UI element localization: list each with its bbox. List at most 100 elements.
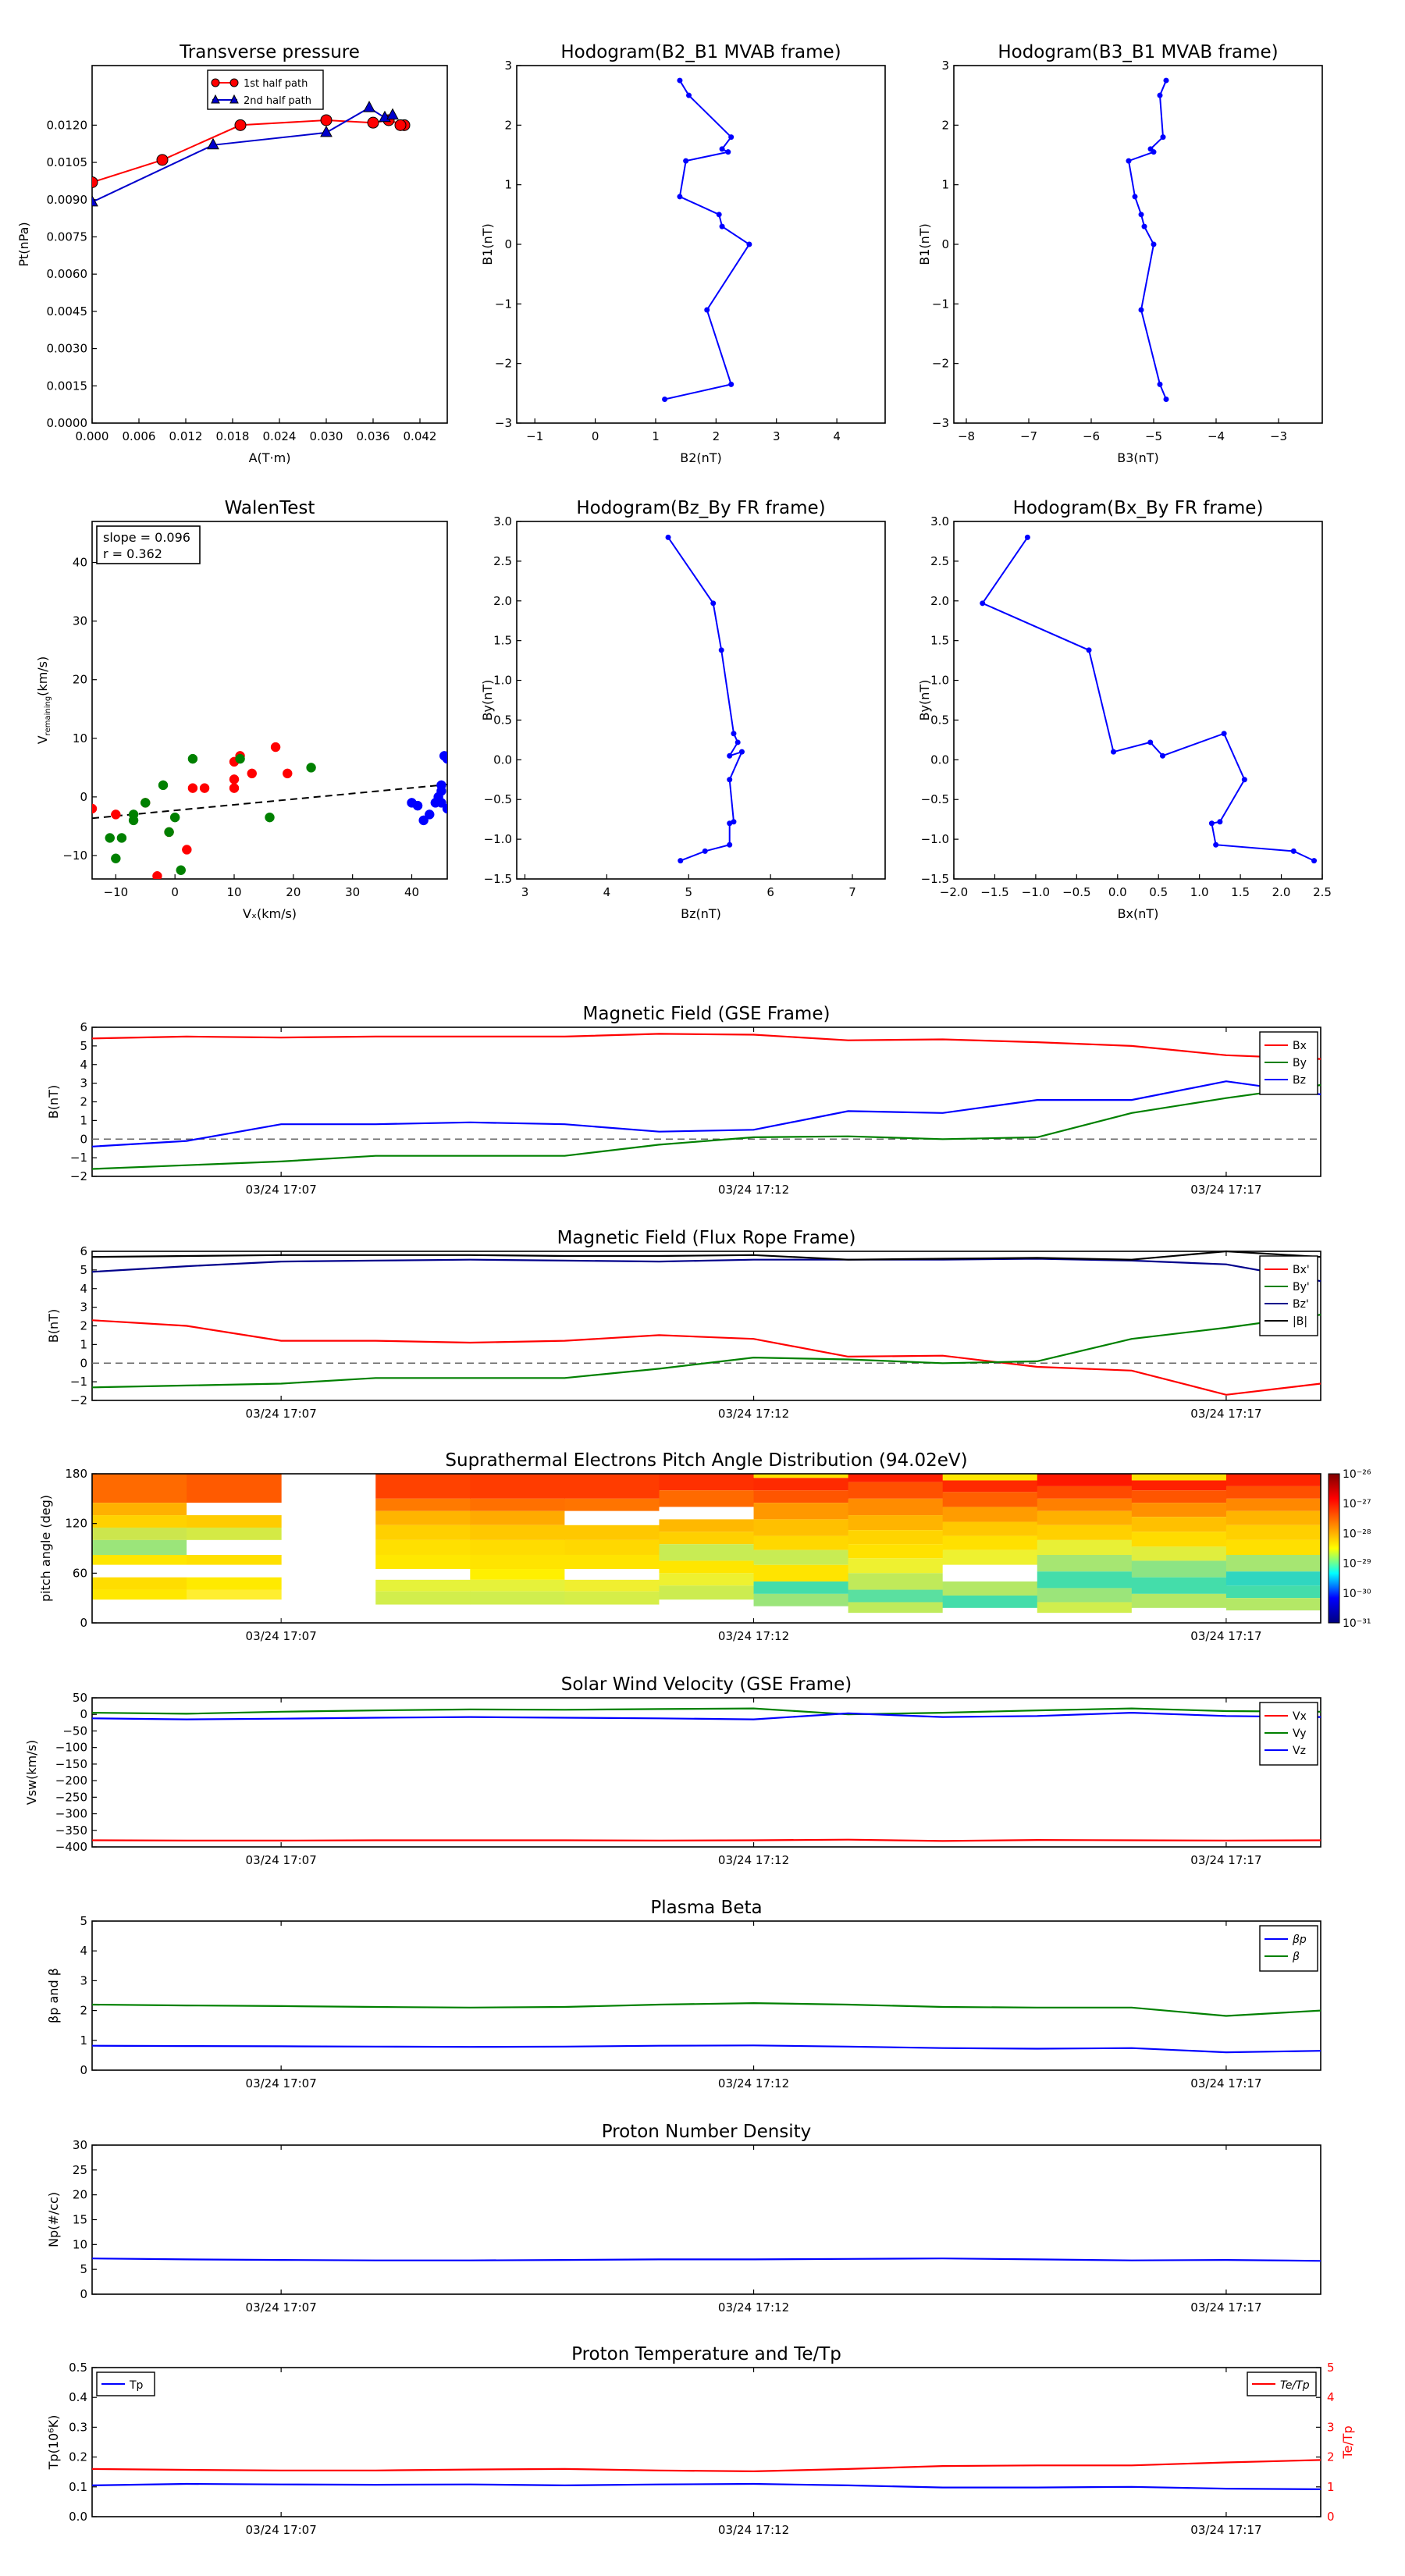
heatmap-cell [375, 1554, 471, 1570]
heatmap-cell [848, 1544, 944, 1559]
pad-xtick-label: 03/24 17:17 [1190, 1629, 1261, 1643]
beta-ytick-label: 4 [80, 1944, 87, 1958]
h3-title: Hodogram(Bz_By FR frame) [576, 498, 825, 518]
data-point [662, 396, 668, 402]
colorbar-label: 10⁻³¹ [1343, 1617, 1371, 1630]
heatmap-cell [753, 1593, 849, 1606]
vsw-ytick-label: 0 [80, 1707, 87, 1721]
h2-axes-frame [953, 65, 1323, 424]
wt-ytick-label: −10 [62, 849, 87, 863]
legend-label: Bz [1293, 1074, 1306, 1087]
data-point [1221, 731, 1227, 737]
vsw-ytick-label: −200 [55, 1774, 87, 1788]
heatmap-cell [375, 1591, 471, 1605]
figure-canvas: Transverse pressure0.000 0.006 0.012 0.018 0… [16, 42, 1371, 2537]
h4-ytick-label: 3.0 [930, 514, 949, 528]
heatmap-cell [375, 1474, 471, 1499]
heatmap-cell [92, 1554, 187, 1565]
data-point [1213, 841, 1219, 848]
vsw-ytick-label: −400 [55, 1840, 87, 1854]
tp-ylabel-right: Te/Tp [1340, 2425, 1355, 2459]
heatmap-cell [1131, 1532, 1227, 1547]
mffr-ylabel: B(nT) [46, 1309, 61, 1343]
mfgse-ytick-label: 3 [80, 1076, 87, 1091]
h1-ytick-label: −1 [495, 297, 512, 311]
heatmap-cell [92, 1474, 187, 1503]
wt-panel: WalenTest −10 0 10 20 30 40 −10 0 10 20 30 40 Vₓ(km/s… [35, 498, 448, 921]
beta-xtick-label: 03/24 17:17 [1190, 2076, 1261, 2090]
heatmap-cell [1131, 1474, 1227, 1481]
h2-xtick-label: −4 [1208, 429, 1225, 443]
data-point [704, 307, 710, 313]
data-point [1126, 158, 1132, 164]
h2-ytick-label: −3 [932, 416, 949, 430]
heatmap-cell [1131, 1607, 1227, 1623]
np-ytick-label: 25 [73, 2163, 87, 2177]
heatmap-cell [659, 1507, 755, 1520]
heatmap-cell [848, 1573, 944, 1590]
series-line [91, 2258, 1321, 2262]
h3-xlabel: Bz(nT) [681, 906, 721, 921]
heatmap-cell [1225, 1598, 1321, 1611]
h4-ytick-label: −1.0 [921, 832, 949, 846]
data-point [738, 749, 745, 755]
mfgse-title: Magnetic Field (GSE Frame) [583, 1004, 831, 1024]
heatmap-cell [564, 1554, 660, 1570]
beta-ytick-label: 1 [80, 2033, 87, 2048]
data-point [176, 865, 186, 875]
heatmap-cell [1131, 1577, 1227, 1594]
heatmap-cell [1037, 1474, 1133, 1486]
mfgse-panel: Magnetic Field (GSE Frame) 03/24 17:07 03/… [46, 1004, 1321, 1197]
h4-xtick-label: 1.0 [1190, 885, 1209, 899]
h1-xtick-label: 2 [713, 429, 720, 443]
beta-panel: Plasma Beta 03/24 17:07 03/24 17:12 03/24 1… [46, 1898, 1321, 2090]
heatmap-cell [187, 1589, 282, 1600]
h3-ytick-label: 2.0 [493, 594, 512, 608]
wt-ytick-label: 30 [73, 614, 87, 628]
tp-ytick-label: 3 [1327, 2420, 1335, 2434]
h1-ytick-label: 2 [504, 118, 512, 132]
np-ytick-label: 10 [73, 2237, 87, 2251]
pt-xtick-label: 0.000 [76, 429, 109, 443]
h4-ytick-label: 1.0 [930, 674, 949, 688]
h4-axes-frame [953, 521, 1323, 880]
legend-label: βp [1292, 1934, 1307, 1946]
vsw-ytick-label: −50 [62, 1724, 87, 1738]
heatmap-cell [1037, 1588, 1133, 1603]
h3-ytick-label: 1.0 [493, 674, 512, 688]
series-line [1127, 80, 1167, 400]
tp-xtick-label: 03/24 17:07 [246, 2523, 317, 2537]
heatmap-cell [1037, 1613, 1133, 1623]
pt-xtick-label: 0.006 [123, 429, 156, 443]
tp-title: Proton Temperature and Te/Tp [571, 2344, 841, 2364]
heatmap-cell [659, 1573, 755, 1586]
heatmap-cell [187, 1577, 282, 1590]
heatmap-cell [942, 1507, 1038, 1522]
series-line [91, 1258, 1321, 1283]
series-line [664, 80, 751, 400]
heatmap-cell [753, 1490, 849, 1503]
heatmap-cell [564, 1510, 660, 1525]
np-ytick-label: 15 [73, 2213, 87, 2227]
data-point [728, 134, 735, 141]
heatmap-cell [1037, 1498, 1133, 1511]
wt-xtick-label: 10 [226, 885, 241, 899]
series-line [91, 2044, 1321, 2054]
h3-ytick-label: −0.5 [484, 792, 512, 806]
data-point [718, 647, 724, 653]
mfgse-axes-frame [91, 1026, 1321, 1177]
wt-annotation: slope = 0.096r = 0.362 [96, 525, 201, 564]
heatmap-cell [1131, 1490, 1227, 1503]
heatmap-cell [659, 1544, 755, 1561]
vsw-ytick-label: −100 [55, 1741, 87, 1755]
wt-xtick-label: 40 [404, 885, 419, 899]
pt-ytick-label: 0.0075 [47, 229, 88, 244]
data-point [169, 812, 180, 823]
data-point [686, 92, 692, 98]
heatmap-cell [470, 1554, 565, 1570]
wt-xtick-label: 0 [171, 885, 179, 899]
tp-legend-left: Tp [96, 2371, 155, 2396]
heatmap-cell [848, 1482, 944, 1499]
h4-ytick-label: −0.5 [921, 792, 949, 806]
pt-ytick-label: 0.0000 [47, 416, 88, 430]
